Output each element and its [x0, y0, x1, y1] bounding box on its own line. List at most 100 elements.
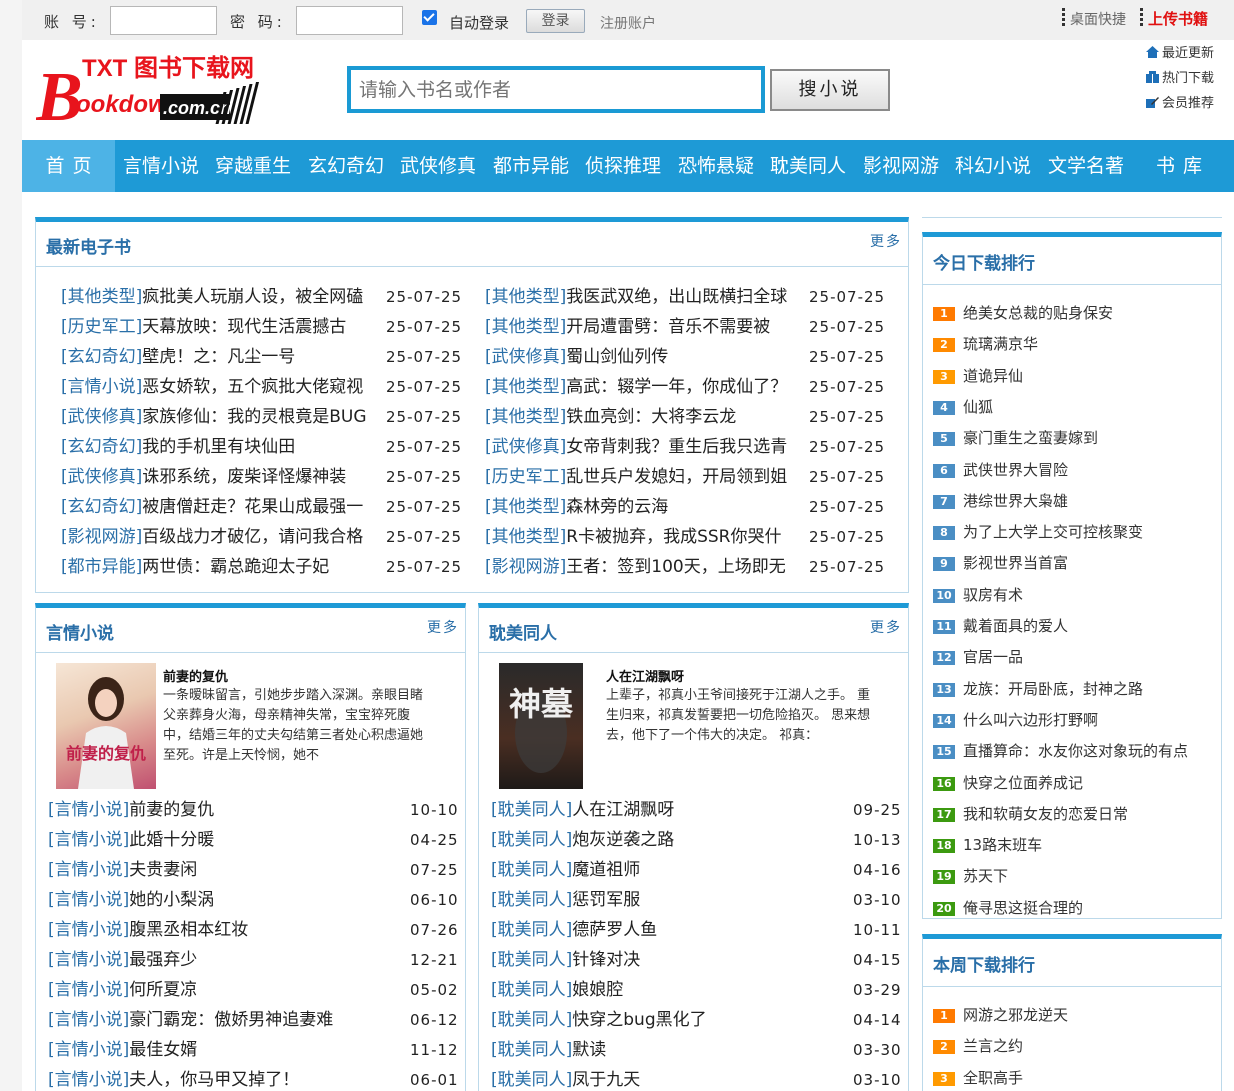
rank-item[interactable]: 1 绝美女总裁的贴身保安	[933, 303, 1113, 323]
site-logo[interactable]: B TXT 图书下载网 ookdown .com.cn	[35, 50, 286, 136]
book-title-link[interactable]: 德萨罗人鱼	[572, 920, 657, 940]
book-row[interactable]: [其他类型]高武：辍学一年，你成仙了？	[485, 375, 803, 399]
nav-item-urban[interactable]: 都市异能	[493, 140, 569, 192]
rank-book-title[interactable]: 直播算命：水友你这对象玩的有点	[963, 742, 1188, 760]
book-category-link[interactable]: [言情小说]	[48, 1070, 129, 1090]
book-title-link[interactable]: 我医武双绝，出山既横扫全球	[566, 287, 787, 307]
book-row[interactable]: [其他类型]铁血亮剑：大将李云龙	[485, 405, 803, 429]
book-category-link[interactable]: [耽美同人]	[491, 830, 572, 850]
more-link[interactable]: 更多	[870, 617, 902, 637]
book-title-link[interactable]: 默读	[572, 1040, 606, 1060]
rank-item[interactable]: 8 为了上大学上交可控核聚变	[933, 522, 1143, 542]
rank-book-title[interactable]: 驭房有术	[963, 586, 1023, 604]
nav-item-detective[interactable]: 侦探推理	[585, 140, 661, 192]
rank-book-title[interactable]: 苏天下	[963, 867, 1008, 885]
book-row[interactable]: [言情小说]最强弃少	[48, 948, 388, 972]
rank-item[interactable]: 2 兰言之约	[933, 1036, 1023, 1056]
rank-item[interactable]: 6 武侠世界大冒险	[933, 460, 1068, 480]
book-category-link[interactable]: [言情小说]	[61, 377, 142, 397]
book-row[interactable]: [言情小说]最佳女婿	[48, 1038, 388, 1062]
book-row[interactable]: [耽美同人]魔道祖师	[491, 858, 831, 882]
book-row[interactable]: [玄幻奇幻]我的手机里有块仙田	[61, 435, 379, 459]
nav-item-wuxia[interactable]: 武侠修真	[400, 140, 476, 192]
book-title-link[interactable]: 炮灰逆袭之路	[572, 830, 674, 850]
nav-home[interactable]: 首页	[22, 140, 115, 192]
more-link[interactable]: 更多	[870, 231, 902, 251]
rank-item[interactable]: 3 全职高手	[933, 1068, 1023, 1088]
rank-book-title[interactable]: 绝美女总裁的贴身保安	[963, 304, 1113, 322]
book-category-link[interactable]: [武侠修真]	[485, 437, 566, 457]
rank-item[interactable]: 12 官居一品	[933, 647, 1023, 667]
auto-login-checkbox[interactable]	[422, 10, 437, 25]
rank-book-title[interactable]: 官居一品	[963, 648, 1023, 666]
book-title-link[interactable]: 乱世兵户发媳妇，开局领到姐	[566, 467, 787, 487]
rank-item[interactable]: 5 豪门重生之蛮妻嫁到	[933, 428, 1098, 448]
book-category-link[interactable]: [耽美同人]	[491, 1010, 572, 1030]
nav-item-horror[interactable]: 恐怖悬疑	[678, 140, 754, 192]
book-title-link[interactable]: 森林旁的云海	[566, 497, 668, 517]
book-title-link[interactable]: 被唐僧赶走？花果山成最强一	[142, 497, 363, 517]
book-row[interactable]: [耽美同人]德萨罗人鱼	[491, 918, 831, 942]
book-category-link[interactable]: [其他类型]	[61, 287, 142, 307]
rank-item[interactable]: 1 网游之邪龙逆天	[933, 1005, 1068, 1025]
book-row[interactable]: [言情小说]腹黑丞相本红妆	[48, 918, 388, 942]
book-row[interactable]: [耽美同人]针锋对决	[491, 948, 831, 972]
book-category-link[interactable]: [言情小说]	[48, 890, 129, 910]
rank-item[interactable]: 15 直播算命：水友你这对象玩的有点	[933, 741, 1188, 761]
rank-book-title[interactable]: 兰言之约	[963, 1037, 1023, 1055]
book-category-link[interactable]: [影视网游]	[485, 557, 566, 577]
rank-book-title[interactable]: 琉璃满京华	[963, 335, 1038, 353]
book-row[interactable]: [玄幻奇幻]被唐僧赶走？花果山成最强一	[61, 495, 379, 519]
nav-item-fantasy[interactable]: 玄幻奇幻	[308, 140, 384, 192]
book-category-link[interactable]: [玄幻奇幻]	[61, 437, 142, 457]
book-cover[interactable]: 神墓	[499, 663, 583, 789]
book-row[interactable]: [其他类型]开局遭雷劈：音乐不需要被	[485, 315, 803, 339]
book-category-link[interactable]: [武侠修真]	[61, 467, 142, 487]
more-link[interactable]: 更多	[427, 617, 459, 637]
nav-item-romance[interactable]: 言情小说	[123, 140, 199, 192]
book-row[interactable]: [耽美同人]凤于九天	[491, 1068, 831, 1091]
rank-book-title[interactable]: 13路末班车	[963, 836, 1042, 854]
book-row[interactable]: [武侠修真]家族修仙：我的灵根竟是BUG	[61, 405, 379, 429]
book-category-link[interactable]: [其他类型]	[485, 497, 566, 517]
rank-book-title[interactable]: 道诡异仙	[963, 367, 1023, 385]
book-title-link[interactable]: 惩罚军服	[572, 890, 640, 910]
book-title-link[interactable]: 高武：辍学一年，你成仙了？	[566, 377, 787, 397]
book-title-link[interactable]: 家族修仙：我的灵根竟是BUG	[142, 407, 366, 427]
book-row[interactable]: [武侠修真]诛邪系统，废柴译怪爆神装	[61, 465, 379, 489]
book-row[interactable]: [影视网游]百级战力才破亿，请问我合格	[61, 525, 379, 549]
rank-book-title[interactable]: 戴着面具的爱人	[963, 617, 1068, 635]
member-picks-link[interactable]: 会员推荐	[1146, 92, 1214, 111]
book-row[interactable]: [言情小说]何所夏凉	[48, 978, 388, 1002]
hot-downloads-link[interactable]: 热门下载	[1146, 67, 1214, 86]
book-row[interactable]: [言情小说]恶女娇软，五个疯批大佬窥视	[61, 375, 379, 399]
book-row[interactable]: [言情小说]夫贵妻闲	[48, 858, 388, 882]
rank-item[interactable]: 4 仙狐	[933, 397, 993, 417]
rank-book-title[interactable]: 武侠世界大冒险	[963, 461, 1068, 479]
book-title-link[interactable]: 最佳女婿	[129, 1040, 197, 1060]
nav-item-time-travel[interactable]: 穿越重生	[215, 140, 291, 192]
book-title-link[interactable]: 夫人，你马甲又掉了！	[129, 1070, 299, 1090]
search-button[interactable]: 搜小说	[770, 69, 890, 111]
rank-book-title[interactable]: 网游之邪龙逆天	[963, 1006, 1068, 1024]
rank-item[interactable]: 16 快穿之位面养成记	[933, 773, 1083, 793]
book-category-link[interactable]: [言情小说]	[48, 950, 129, 970]
nav-item-danmei[interactable]: 耽美同人	[770, 140, 846, 192]
book-title-link[interactable]: 百级战力才破亿，请问我合格	[142, 527, 363, 547]
book-category-link[interactable]: [武侠修真]	[61, 407, 142, 427]
featured-book-title[interactable]: 前妻的复仇	[163, 666, 228, 685]
book-category-link[interactable]: [耽美同人]	[491, 890, 572, 910]
book-category-link[interactable]: [言情小说]	[48, 860, 129, 880]
rank-book-title[interactable]: 仙狐	[963, 398, 993, 416]
rank-book-title[interactable]: 快穿之位面养成记	[963, 774, 1083, 792]
rank-book-title[interactable]: 我和软萌女友的恋爱日常	[963, 805, 1128, 823]
book-title-link[interactable]: 前妻的复仇	[129, 800, 214, 820]
book-category-link[interactable]: [武侠修真]	[485, 347, 566, 367]
rank-item[interactable]: 10 驭房有术	[933, 585, 1023, 605]
desktop-shortcut-link[interactable]: 桌面快捷	[1070, 9, 1126, 29]
book-category-link[interactable]: [耽美同人]	[491, 950, 572, 970]
book-title-link[interactable]: 娘娘腔	[572, 980, 623, 1000]
book-row[interactable]: [其他类型]我医武双绝，出山既横扫全球	[485, 285, 803, 309]
book-title-link[interactable]: 王者：签到100天，上场即无	[566, 557, 785, 577]
book-row[interactable]: [都市异能]两世债：霸总跪迎太子妃	[61, 555, 379, 579]
